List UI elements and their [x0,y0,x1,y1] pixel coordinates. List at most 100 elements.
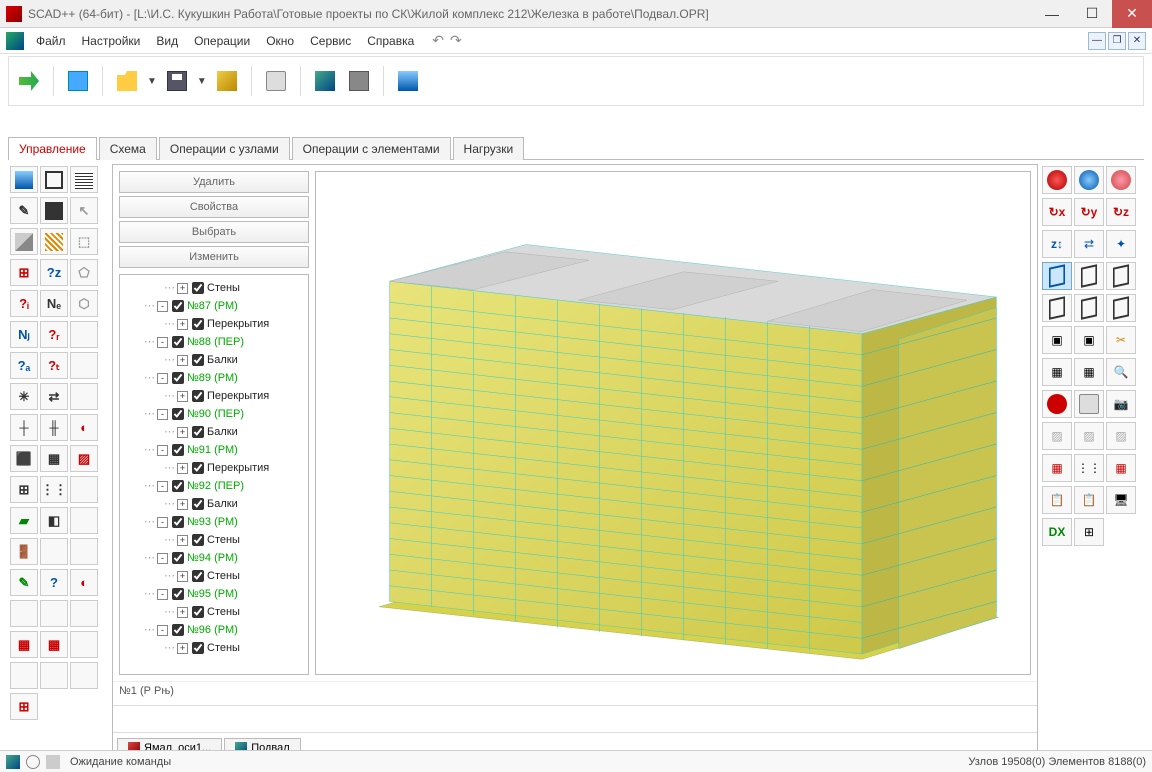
mdi-close-button[interactable]: ✕ [1128,32,1146,50]
grid3-icon[interactable]: ▦ [1042,454,1072,482]
status-icon-3[interactable] [46,755,60,769]
rotate-z-icon[interactable]: ↻z [1106,198,1136,226]
view-box1-icon[interactable] [1074,262,1104,290]
tool-l-32[interactable]: ⋮⋮ [40,476,68,503]
tree-node[interactable]: ⋯-№95 (РМ) [122,585,306,603]
view-cube1-icon[interactable]: ▣ [1042,326,1072,354]
tree-node[interactable]: ⋯+Стены [122,531,306,549]
tree-toggle-icon[interactable]: + [177,571,188,582]
tree-toggle-icon[interactable]: - [157,373,168,384]
tree-checkbox[interactable] [172,516,184,528]
tool-l-20[interactable]: ?ₜ [40,352,68,379]
tool-l-29[interactable]: ▦ [40,445,68,472]
tree-node[interactable]: ⋯-№94 (РМ) [122,549,306,567]
tree-toggle-icon[interactable]: + [177,463,188,474]
close-button[interactable]: ✕ [1112,0,1152,28]
grid5-icon[interactable]: ▦ [1106,454,1136,482]
tool-l-11[interactable]: ?z [40,259,68,286]
tree-edit-button[interactable]: Изменить [119,246,309,268]
tree-node[interactable]: ⋯-№88 (ПЕР) [122,333,306,351]
tree-node[interactable]: ⋯-№90 (ПЕР) [122,405,306,423]
tree-checkbox[interactable] [192,354,204,366]
tool-l-39[interactable] [70,538,98,565]
grid1-icon[interactable]: ▦ [1042,358,1072,386]
tree-checkbox[interactable] [172,336,184,348]
dx-button[interactable]: DX [1042,518,1072,546]
tool-l-31[interactable]: ⊞ [10,476,38,503]
clipboard1-icon[interactable]: 📋 [1042,486,1072,514]
tree-toggle-icon[interactable]: + [177,499,188,510]
tool-l-10[interactable]: ⊞ [10,259,38,286]
hatch3-icon[interactable]: ▨ [1106,422,1136,450]
redo-icon[interactable]: ↷ [450,32,462,49]
tree-select-button[interactable]: Выбрать [119,221,309,243]
tool-l-49[interactable] [10,662,38,689]
tree-checkbox[interactable] [172,372,184,384]
status-icon-1[interactable] [6,755,20,769]
tree-delete-button[interactable]: Удалить [119,171,309,193]
tree-node[interactable]: ⋯-№91 (РМ) [122,441,306,459]
tree-node[interactable]: ⋯-№96 (РМ) [122,621,306,639]
tree-toggle-icon[interactable]: - [157,445,168,456]
tool-l-6[interactable]: ↖ [70,197,98,224]
tool-l-3[interactable] [70,166,98,193]
tree-toggle-icon[interactable]: + [177,283,188,294]
tree-checkbox[interactable] [172,300,184,312]
tool-l-37[interactable]: 🚪 [10,538,38,565]
analysis-icon[interactable]: ⊞ [1074,518,1104,546]
tree-checkbox[interactable] [192,642,204,654]
tab-node-ops[interactable]: Операции с узлами [159,137,290,160]
viewport-3d[interactable] [315,171,1031,675]
tree-toggle-icon[interactable]: - [157,481,168,492]
tree-node[interactable]: ⋯+Балки [122,423,306,441]
tool-l-27[interactable]: ◐ [70,414,98,441]
tab-control[interactable]: Управление [8,137,97,160]
open-dropdown-icon[interactable]: ▼ [147,76,157,87]
view-box2-icon[interactable] [1106,262,1136,290]
tree-node[interactable]: ⋯-№87 (РМ) [122,297,306,315]
rotate-xyz-icon[interactable]: ✦ [1106,230,1136,258]
view-box5-icon[interactable] [1106,294,1136,322]
minimize-button[interactable]: — [1032,0,1072,28]
tool-l-44[interactable] [40,600,68,627]
tree-node[interactable]: ⋯-№89 (РМ) [122,369,306,387]
tree-toggle-icon[interactable]: - [157,517,168,528]
tree-toggle-icon[interactable]: + [177,607,188,618]
tree-checkbox[interactable] [192,390,204,402]
tool-open[interactable] [113,67,141,95]
structure-tree[interactable]: ⋯+Стены⋯-№87 (РМ)⋯+Перекрытия⋯-№88 (ПЕР)… [119,274,309,675]
tool-l-14[interactable]: Nₑ [40,290,68,317]
maximize-button[interactable]: ☐ [1072,0,1112,28]
rotate-x-icon[interactable]: ↻x [1042,198,1072,226]
rotate-arrows-icon[interactable]: ⇄ [1074,230,1104,258]
print-icon[interactable] [1074,390,1104,418]
tool-l-28[interactable]: ⬛ [10,445,38,472]
tool-l-45[interactable] [70,600,98,627]
tool-l-36[interactable] [70,507,98,534]
tree-node[interactable]: ⋯+Перекрытия [122,315,306,333]
tree-node[interactable]: ⋯+Перекрытия [122,459,306,477]
view-iso-icon[interactable] [1042,166,1072,194]
tool-struct-2[interactable] [345,67,373,95]
tool-l-30[interactable]: ▨ [70,445,98,472]
menu-operations[interactable]: Операции [186,31,258,51]
tree-node[interactable]: ⋯-№93 (РМ) [122,513,306,531]
tree-node[interactable]: ⋯+Балки [122,495,306,513]
tool-l-15[interactable]: ⬡ [70,290,98,317]
tool-l-35[interactable]: ◧ [40,507,68,534]
tool-l-22[interactable]: ✳ [10,383,38,410]
tree-checkbox[interactable] [192,462,204,474]
tab-elem-ops[interactable]: Операции с элементами [292,137,451,160]
tree-checkbox[interactable] [172,588,184,600]
rotate-y-icon[interactable]: ↻y [1074,198,1104,226]
tool-l-8[interactable] [40,228,68,255]
hatch1-icon[interactable]: ▨ [1042,422,1072,450]
tool-l-33[interactable] [70,476,98,503]
tool-struct-1[interactable] [311,67,339,95]
tree-checkbox[interactable] [172,552,184,564]
tool-l-34[interactable]: ▰ [10,507,38,534]
stop-icon[interactable] [1042,390,1072,418]
tool-l-40[interactable]: ✎ [10,569,38,596]
menu-settings[interactable]: Настройки [74,31,149,51]
tool-l-5[interactable] [40,197,68,224]
